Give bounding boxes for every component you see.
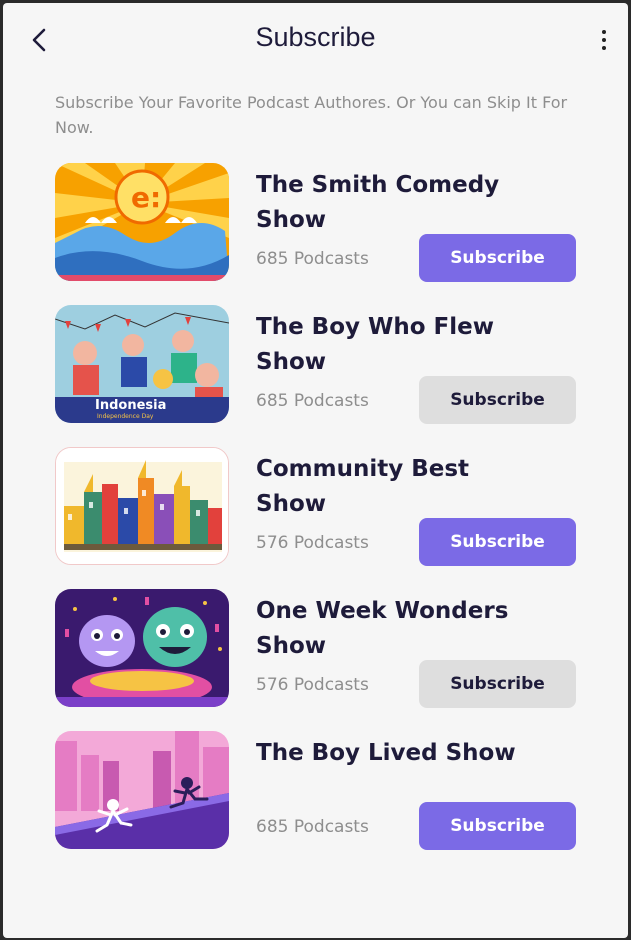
more-vertical-icon [602, 30, 606, 34]
podcast-title: The Boy Lived Show [256, 740, 516, 766]
page-title: Subscribe [255, 22, 376, 52]
one-week-wonders-cover-art [55, 589, 229, 707]
boy-who-flew-cover-art: Indonesia Independence Day [55, 305, 229, 423]
podcast-cover-image[interactable] [55, 731, 229, 849]
podcast-count: 576 Podcasts [256, 675, 369, 695]
header: Subscribe [3, 3, 628, 75]
comedy-cover-art: e: [55, 163, 229, 281]
subscribe-button[interactable]: Subscribe [419, 234, 576, 282]
podcast-title: One Week Wonders Show [256, 598, 509, 659]
podcast-count: 576 Podcasts [256, 533, 369, 553]
list-item: The Boy Lived Show 685 Podcasts Subscrib… [55, 731, 585, 873]
podcast-count: 685 Podcasts [256, 817, 369, 837]
boy-lived-cover-art [55, 731, 229, 849]
subscribe-button[interactable]: Subscribe [419, 518, 576, 566]
subscribe-button[interactable]: Subscribe [419, 802, 576, 850]
more-options-button[interactable] [594, 25, 614, 55]
list-item: Community Best Show 576 Podcasts Subscri… [55, 447, 585, 589]
subtitle: Subscribe Your Favorite Podcast Authores… [55, 93, 568, 137]
podcast-count: 685 Podcasts [256, 391, 369, 411]
svg-text:Independence Day: Independence Day [97, 413, 154, 420]
svg-text:e:: e: [131, 181, 161, 214]
podcast-cover-image[interactable]: e: [55, 163, 229, 281]
podcast-title: The Boy Who Flew Show [256, 314, 494, 375]
community-cover-art [56, 448, 228, 564]
podcast-cover-image[interactable]: Indonesia Independence Day [55, 305, 229, 423]
podcast-list: e: The Smith Comedy Show 685 Podcasts Su… [55, 163, 585, 873]
podcast-title: Community Best Show [256, 456, 470, 517]
app-screen: Subscribe Subscribe Your Favorite Podcas… [3, 3, 628, 938]
podcast-count: 685 Podcasts [256, 249, 369, 269]
svg-text:Indonesia: Indonesia [95, 398, 166, 413]
podcast-title: The Smith Comedy Show [256, 172, 500, 233]
list-item: e: The Smith Comedy Show 685 Podcasts Su… [55, 163, 585, 305]
subscribe-button[interactable]: Subscribe [419, 376, 576, 424]
list-item: One Week Wonders Show 576 Podcasts Subsc… [55, 589, 585, 731]
podcast-cover-image[interactable] [55, 589, 229, 707]
subscribe-button[interactable]: Subscribe [419, 660, 576, 708]
podcast-cover-image[interactable] [55, 447, 229, 565]
list-item: Indonesia Independence Day The Boy Who F… [55, 305, 585, 447]
